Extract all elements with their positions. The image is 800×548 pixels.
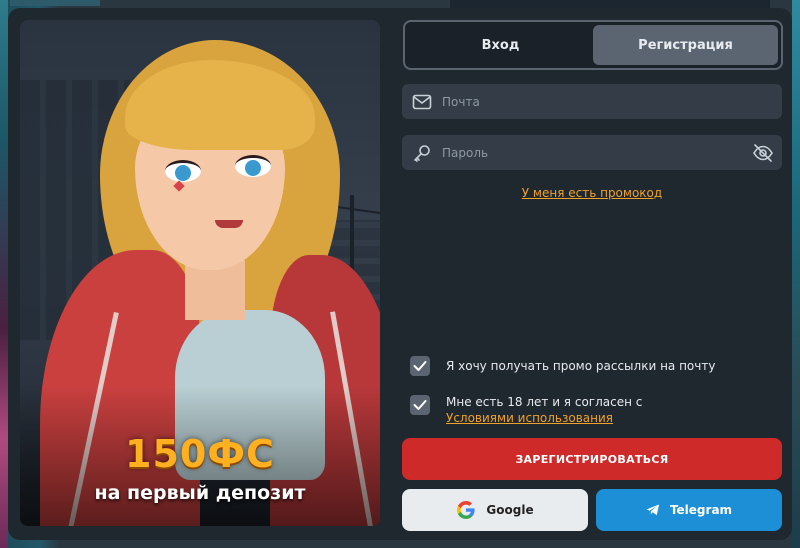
background-top-left [10,0,100,6]
background-top-banner [450,0,770,8]
telegram-button-label: Telegram [669,503,733,517]
mail-icon [412,92,432,112]
character-eye [235,155,271,177]
google-icon [456,500,476,520]
password-input[interactable] [442,145,742,160]
auth-tabs: Вход Регистрация [403,20,783,70]
register-button[interactable]: ЗАРЕГИСТРИРОВАТЬСЯ [402,438,782,480]
tab-login[interactable]: Вход [408,25,593,65]
eye-off-icon[interactable] [752,142,774,164]
promo-mailing-checkbox-row[interactable]: Я хочу получать промо рассылки на почту [410,356,715,376]
registration-modal: 150ФС на первый депозит Вход Регистрация… [8,8,792,540]
promo-amount: 150ФС [125,432,275,476]
age-terms-checkbox[interactable] [410,395,430,415]
promo-mailing-label: Я хочу получать промо рассылки на почту [446,359,716,373]
character-mouth [215,220,243,228]
telegram-icon [646,504,660,516]
google-button-label: Google [486,503,534,517]
email-input[interactable] [442,94,742,109]
promo-banner: 150ФС на первый депозит [20,20,380,526]
check-icon [413,400,427,410]
email-field [402,84,782,119]
telegram-login-button[interactable]: Telegram [596,489,782,531]
promo-mailing-checkbox[interactable] [410,356,430,376]
check-icon [413,361,427,371]
tab-register[interactable]: Регистрация [593,25,778,65]
age-terms-label: Мне есть 18 лет и я согласен с [446,395,643,409]
terms-link[interactable]: Условиями использования [446,410,642,426]
password-field [402,135,782,170]
background-right-strip [792,0,800,548]
google-login-button[interactable]: Google [402,489,588,531]
character-eye [165,160,201,182]
promo-subtitle: на первый депозит [94,482,306,504]
age-terms-checkbox-row[interactable]: Мне есть 18 лет и я согласен с Условиями… [410,394,642,426]
background-left-strip [0,0,8,548]
age-terms-text: Мне есть 18 лет и я согласен с Условиями… [446,394,642,426]
key-icon [412,143,432,163]
promo-code-link[interactable]: У меня есть промокод [402,186,782,200]
